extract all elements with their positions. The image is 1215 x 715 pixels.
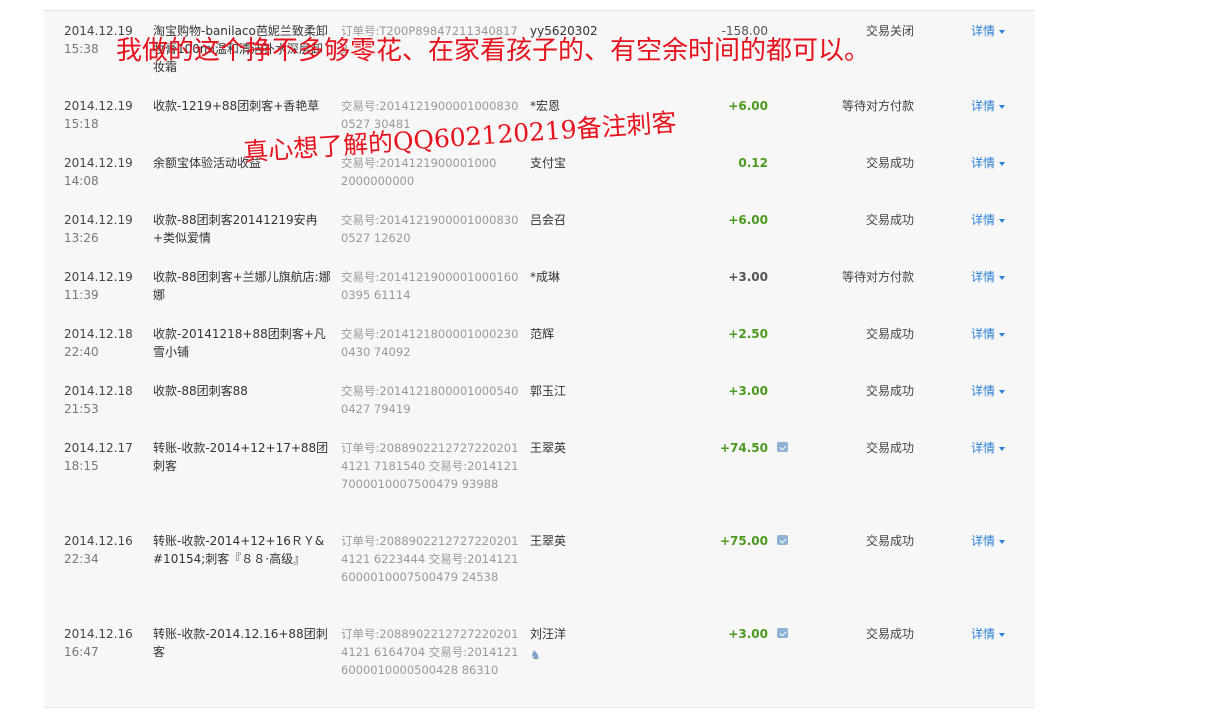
order-number: 订单号:20889022127272202014121 6223444 交易号:… <box>341 534 519 584</box>
amount: 0.12 <box>738 156 768 170</box>
chevron-down-icon <box>999 161 1006 166</box>
transfer-icon <box>777 442 788 452</box>
chevron-down-icon <box>999 275 1006 280</box>
date-cell: 2014.12.19 11:39 <box>64 270 133 302</box>
detail-link[interactable]: 详情 <box>971 97 1031 115</box>
transaction-name: 转账-收款-2014+12+16ＲＹ&#10154;刺客『８８·高级』 <box>153 534 325 566</box>
chevron-down-icon <box>999 539 1006 544</box>
counterparty: 刘汪洋 ♞ <box>530 627 567 662</box>
amount: +6.00 <box>728 213 768 227</box>
status-text: 交易成功 <box>865 627 914 641</box>
chevron-down-icon <box>999 104 1006 109</box>
table-row: 2014.12.18 21:53 收款-88团刺客88 交易号:201412180… <box>44 371 1035 429</box>
status-text: 交易成功 <box>865 441 914 455</box>
order-number: 交易号:20141218000010002300430 74092 <box>341 327 519 359</box>
detail-link[interactable]: 详情 <box>971 625 1031 643</box>
transfer-icon <box>777 535 788 545</box>
transaction-name: 收款-20141218+88团刺客+凡雪小铺 <box>153 327 326 359</box>
user-icon: ♞ <box>530 648 541 662</box>
overlay-text-line1: 我做的这个挣不多够零花、在家看孩子的、有空余时间的都可以。 <box>116 36 871 66</box>
status-text: 等待对方付款 <box>841 99 914 113</box>
detail-link[interactable]: 详情 <box>971 439 1031 457</box>
amount: +3.00 <box>728 270 768 284</box>
chevron-down-icon <box>999 29 1006 34</box>
detail-link[interactable]: 详情 <box>971 325 1031 343</box>
order-number: 交易号:20141219000010001600395 61114 <box>341 270 519 302</box>
detail-link[interactable]: 详情 <box>971 382 1031 400</box>
status-text: 交易成功 <box>865 327 914 341</box>
date-cell: 2014.12.19 14:08 <box>64 156 133 188</box>
detail-link[interactable]: 详情 <box>971 211 1031 229</box>
counterparty: 王翠英 <box>530 534 567 548</box>
counterparty: 王翠英 <box>530 441 567 455</box>
table-row: 2014.12.19 14:08 余额宝体验活动收益 交易号:2014121900… <box>44 143 1035 201</box>
date-cell: 2014.12.16 22:34 <box>64 534 133 566</box>
amount: +3.00 <box>728 384 768 398</box>
status-text: 交易成功 <box>865 534 914 548</box>
detail-link[interactable]: 详情 <box>971 532 1031 550</box>
amount: +3.00 <box>728 627 768 641</box>
transaction-name: 收款-88团刺客+兰娜儿旗航店:娜娜 <box>153 270 331 302</box>
chevron-down-icon <box>999 446 1006 451</box>
table-row: 2014.12.18 22:40 收款-20141218+88团刺客+凡雪小铺 交… <box>44 314 1035 372</box>
transfer-icon <box>777 628 788 638</box>
date-cell: 2014.12.18 22:40 <box>64 327 133 359</box>
date-cell: 2014.12.19 15:18 <box>64 99 133 131</box>
counterparty: 郭玉江 <box>530 384 567 398</box>
date-cell: 2014.12.19 13:26 <box>64 213 133 245</box>
chevron-down-icon <box>999 218 1006 223</box>
chevron-down-icon <box>999 332 1006 337</box>
order-number: 交易号:20141218000010005400427 79419 <box>341 384 519 416</box>
counterparty: 吕会召 <box>530 213 567 227</box>
table-row: 2014.12.19 13:26 收款-88团刺客20141219安冉+类似爱情 … <box>44 200 1035 258</box>
order-number: 订单号:20889022127272202014121 7181540 交易号:… <box>341 441 519 491</box>
detail-link[interactable]: 详情 <box>971 268 1031 286</box>
detail-link[interactable]: 详情 <box>971 154 1031 172</box>
status-text: 交易成功 <box>865 156 914 170</box>
table-row: 2014.12.16 16:47 转账-收款-2014.12.16+88团刺客 订… <box>44 614 1035 708</box>
status-text: 交易成功 <box>865 384 914 398</box>
date-cell: 2014.12.16 16:47 <box>64 627 133 659</box>
order-number: 订单号:20889022127272202014121 6164704 交易号:… <box>341 627 519 677</box>
transaction-name: 收款-1219+88团刺客+香艳草 <box>153 99 320 113</box>
counterparty: *成琳 <box>530 270 561 284</box>
counterparty: 支付宝 <box>530 156 567 170</box>
transaction-name: 收款-88团刺客88 <box>153 384 248 398</box>
table-row: 2014.12.17 18:15 转账-收款-2014+12+17+88团刺客 订… <box>44 428 1035 522</box>
status-text: 等待对方付款 <box>841 270 914 284</box>
status-text: 交易成功 <box>865 213 914 227</box>
counterparty: 范辉 <box>530 327 555 341</box>
date-cell: 2014.12.17 18:15 <box>64 441 133 473</box>
date-cell: 2014.12.18 21:53 <box>64 384 133 416</box>
detail-link[interactable]: 详情 <box>971 22 1031 40</box>
chevron-down-icon <box>999 389 1006 394</box>
chevron-down-icon <box>999 632 1006 637</box>
transaction-name: 转账-收款-2014.12.16+88团刺客 <box>153 627 328 659</box>
transaction-name: 转账-收款-2014+12+17+88团刺客 <box>153 441 329 473</box>
table-row: 2014.12.16 22:34 转账-收款-2014+12+16ＲＹ&#1015… <box>44 521 1035 615</box>
amount: +2.50 <box>728 327 768 341</box>
table-row: 2014.12.19 11:39 收款-88团刺客+兰娜儿旗航店:娜娜 交易号:2… <box>44 257 1035 315</box>
transaction-name: 收款-88团刺客20141219安冉+类似爱情 <box>153 213 318 245</box>
order-number: 交易号:20141219000010008300527 12620 <box>341 213 519 245</box>
amount: +74.50 <box>719 441 768 455</box>
amount: +75.00 <box>719 534 768 548</box>
